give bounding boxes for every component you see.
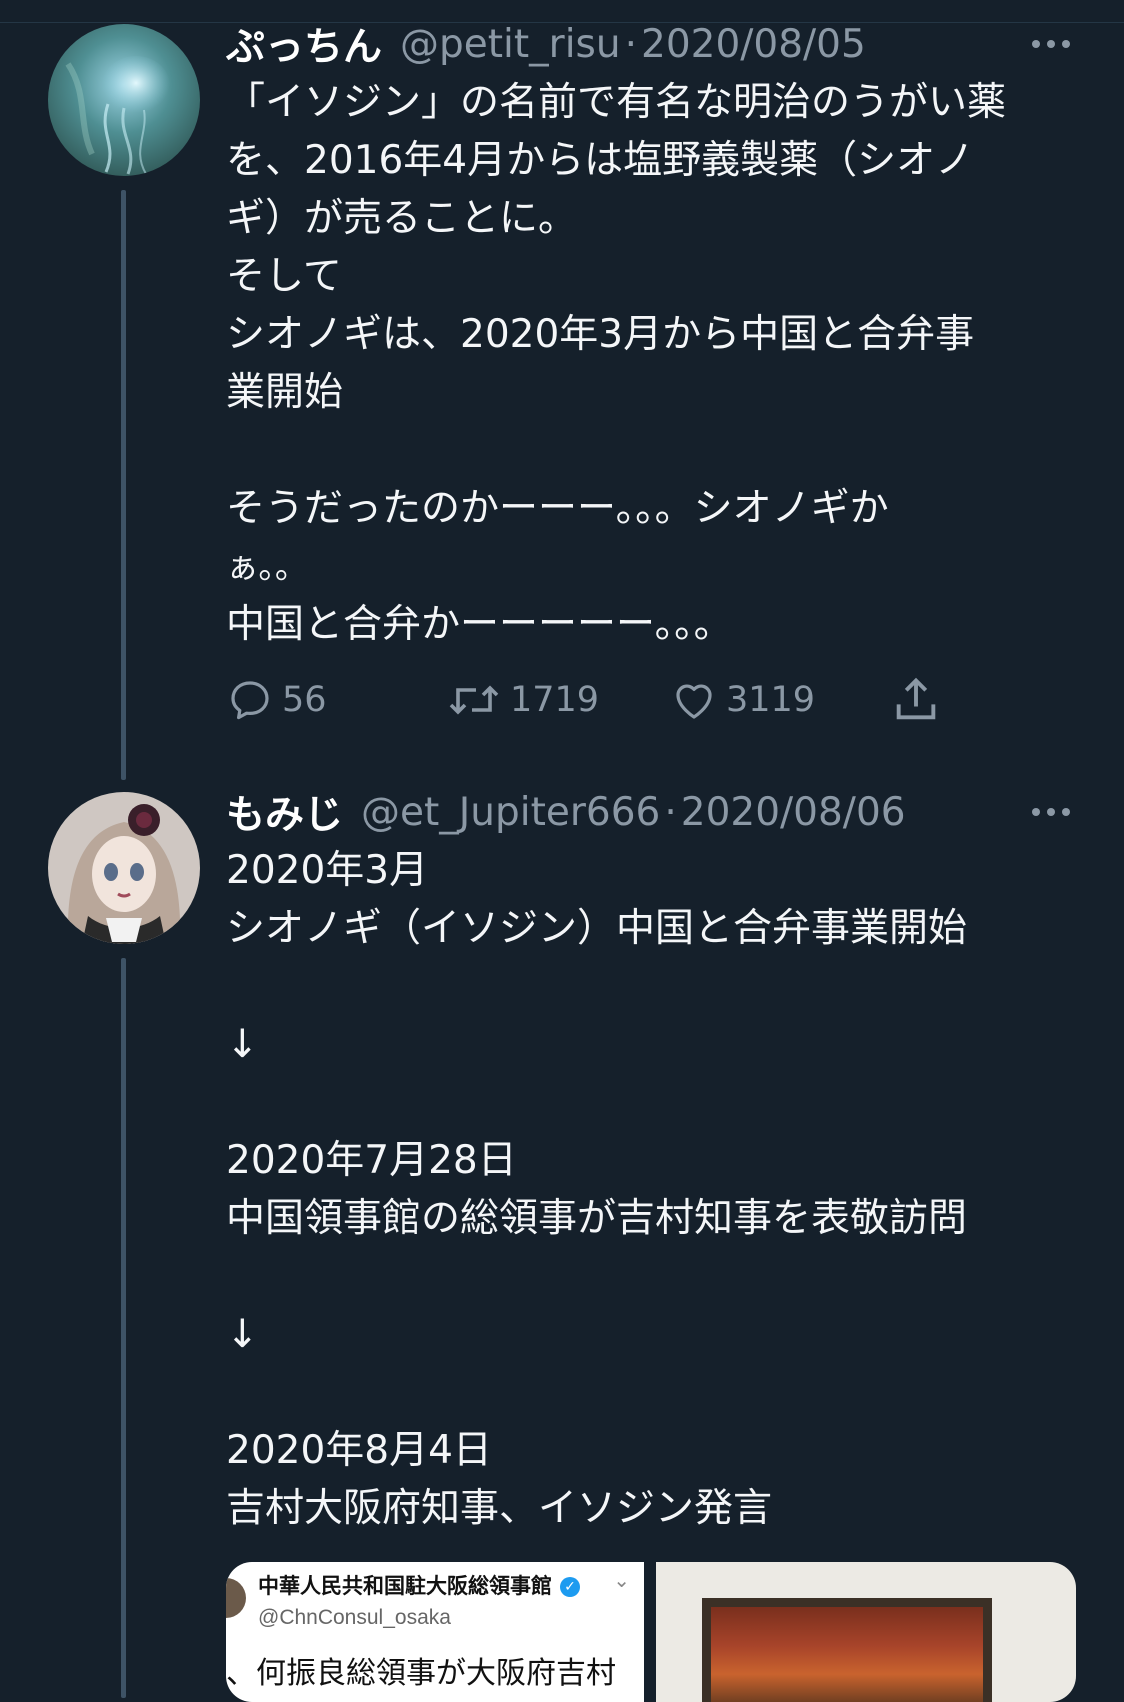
- tweet-1[interactable]: ぷっちん @petit_risu · 2020/08/05 「イソジン」の名前で…: [0, 0, 1124, 780]
- text-line: そうだったのかーーー。。。シオノギか: [226, 486, 889, 531]
- thread-line: [121, 190, 126, 780]
- media-image-painting[interactable]: [656, 1562, 1076, 1702]
- tweet-2[interactable]: もみじ @et_Jupiter666 · 2020/08/06 2020年3月 …: [0, 780, 1124, 1698]
- separator: ·: [624, 21, 637, 67]
- reply-icon: [231, 681, 269, 720]
- reply-count: 56: [282, 680, 327, 720]
- text-line: を、2016年4月からは塩野義製薬（シオノ: [226, 138, 975, 183]
- text-line: 中国領事館の総領事が吉村知事を表敬訪問: [226, 1196, 968, 1241]
- text-line: 業開始: [226, 370, 344, 415]
- embedded-avatar: [226, 1578, 246, 1618]
- heart-icon: [676, 684, 712, 719]
- reply-button[interactable]: 56: [226, 670, 327, 730]
- share-button[interactable]: [890, 670, 942, 730]
- avatar[interactable]: [48, 792, 200, 944]
- share-icon: [896, 677, 936, 720]
- text-line: シオノギ（イソジン）中国と合弁事業開始: [226, 906, 968, 951]
- text-line: 中国と合弁かーーーーー。。。: [226, 602, 733, 647]
- text-line: ぁ。。: [226, 547, 308, 586]
- text-line: [226, 1248, 1086, 1306]
- text-line: ギ）が売ることに。: [226, 196, 578, 241]
- text-line: [226, 1364, 1086, 1422]
- text-line: 2020年3月: [226, 848, 429, 893]
- user-handle[interactable]: @et_Jupiter666: [361, 790, 660, 835]
- text-line: [226, 1074, 1086, 1132]
- retweet-count: 1719: [510, 680, 600, 720]
- jellyfish-avatar-icon: [48, 24, 200, 176]
- text-line: [226, 422, 1086, 480]
- display-name[interactable]: ぷっちん: [226, 16, 382, 72]
- doll-avatar-icon: [48, 792, 200, 944]
- arrow-line: ↓: [226, 1022, 259, 1067]
- text-line: 「イソジン」の名前で有名な明治のうがい薬: [226, 80, 1007, 125]
- media-image-screenshot[interactable]: 中華人民共和国駐大阪総領事館 ✓ ⌄ @ChnConsul_osaka 、何振良総…: [226, 1562, 644, 1702]
- tweet-header: ぷっちん @petit_risu · 2020/08/05: [226, 16, 866, 72]
- tweet-text: 「イソジン」の名前で有名な明治のうがい薬 を、2016年4月からは塩野義製薬（シ…: [226, 74, 1086, 654]
- tweet-date[interactable]: 2020/08/05: [641, 22, 866, 67]
- more-options-icon[interactable]: [1032, 784, 1070, 840]
- tweet-date[interactable]: 2020/08/06: [681, 790, 906, 835]
- arrow-line: ↓: [226, 1312, 259, 1357]
- embedded-account-name: 中華人民共和国駐大阪総領事館 ✓: [258, 1570, 580, 1600]
- tweet-text: 2020年3月 シオノギ（イソジン）中国と合弁事業開始 ↓ 2020年7月28日…: [226, 842, 1086, 1538]
- retweet-button[interactable]: 1719: [446, 670, 599, 730]
- like-count: 3119: [726, 680, 816, 720]
- text-line: シオノギは、2020年3月から中国と合弁事: [226, 312, 975, 357]
- painting-image: [702, 1598, 992, 1702]
- chevron-down-icon: ⌄: [613, 1568, 630, 1592]
- like-button[interactable]: 3119: [670, 670, 815, 730]
- tweet-header: もみじ @et_Jupiter666 · 2020/08/06: [226, 784, 906, 840]
- user-handle[interactable]: @petit_risu: [400, 22, 621, 67]
- tweet-media[interactable]: 中華人民共和国駐大阪総領事館 ✓ ⌄ @ChnConsul_osaka 、何振良総…: [226, 1562, 1076, 1702]
- text-line: そして: [226, 254, 342, 299]
- display-name[interactable]: もみじ: [226, 784, 343, 840]
- embedded-handle: @ChnConsul_osaka: [258, 1606, 451, 1629]
- embedded-text: 、何振良総領事が大阪府吉村: [226, 1656, 616, 1691]
- text-line: 2020年7月28日: [226, 1138, 517, 1183]
- verified-icon: ✓: [560, 1577, 580, 1597]
- text-line: 2020年8月4日: [226, 1428, 492, 1473]
- tweet-actions: 56 1719 3119: [226, 670, 966, 730]
- text-line: 吉村大阪府知事、イソジン発言: [226, 1486, 773, 1531]
- separator: ·: [664, 789, 677, 835]
- more-options-icon[interactable]: [1032, 16, 1070, 72]
- thread-line: [121, 958, 126, 1698]
- avatar[interactable]: [48, 24, 200, 176]
- text-line: [226, 958, 1086, 1016]
- retweet-icon: [449, 685, 499, 715]
